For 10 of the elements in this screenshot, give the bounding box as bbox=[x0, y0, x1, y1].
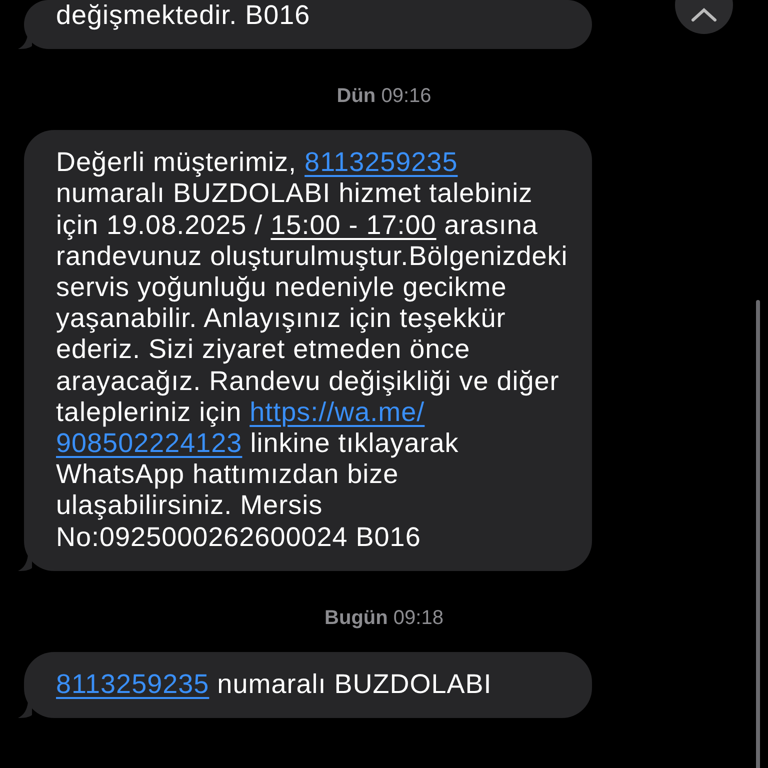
link[interactable]: https://wa.me/ bbox=[250, 396, 425, 427]
timestamp: Bugün 09:18 bbox=[324, 606, 444, 631]
link[interactable]: 8113259235 bbox=[56, 668, 210, 699]
link[interactable]: 908502224123 bbox=[56, 428, 242, 458]
message-text: Değerli müşterimiz, 8113259235 numaralı BUZDOLABI hizmet talebiniz için 19.08.2025 / 15:00 - 17:00 arasına randevunuz oluşturulmuştur.Bölgenizdeki servis yoğunluğu nedeniyle gecikme yaşanabilir. Anlayışınız için teşekkür ederiz. Sizi ziyaret etmeden önce arayacağız. Randevu değişikliği ve diğer talepleriniz için https://wa.me/ 908502224123 linkine tıklayarak WhatsApp hattımızdan bize ulaşabilirsiniz. Mersis No:0925000262600024 B016 bbox=[56, 147, 568, 553]
timestamp: Dün 09:16 bbox=[336, 84, 432, 110]
message-text: 8113259235 numaralı BUZDOLABI bbox=[56, 668, 493, 700]
message-text: değişmektedir. B016 bbox=[56, 0, 312, 32]
link[interactable]: 8113259235 bbox=[304, 147, 458, 178]
close-icon bbox=[691, 8, 717, 22]
